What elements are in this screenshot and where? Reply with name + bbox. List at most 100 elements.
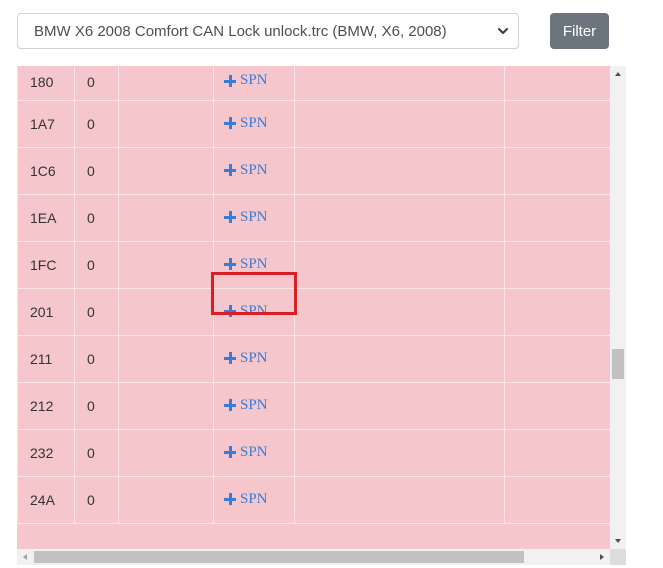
plus-icon <box>224 74 236 87</box>
file-select[interactable]: BMW X6 2008 Comfort CAN Lock unlock.trc … <box>17 13 519 49</box>
vertical-scrollbar[interactable] <box>610 66 626 549</box>
add-spn-link[interactable]: SPN <box>224 115 268 132</box>
row-id-cell: 1FC <box>17 241 75 289</box>
table-row: 1FC 0 SPN <box>17 241 610 289</box>
row-empty-cell <box>118 335 214 383</box>
row-spn-cell: SPN <box>213 382 295 430</box>
row-empty-cell <box>118 147 214 195</box>
plus-icon <box>224 211 236 224</box>
horizontal-scroll-thumb[interactable] <box>34 551 524 563</box>
table-scroll-area[interactable]: 180 0 SPN 1A7 0 SPN 1C6 0 SPN 1EA 0 SPN 1FC 0 SPN 201 0 S… <box>17 66 626 565</box>
table-row: 211 0 SPN <box>17 335 610 383</box>
row-empty-cell <box>118 288 214 336</box>
row-empty-cell <box>294 335 505 383</box>
row-empty-cell <box>294 194 505 242</box>
scroll-right-arrow-icon[interactable] <box>594 549 610 565</box>
row-empty-cell <box>294 288 505 336</box>
add-spn-link[interactable]: SPN <box>224 444 268 461</box>
plus-icon <box>224 117 236 130</box>
add-spn-label: SPN <box>240 490 268 507</box>
table-row: 232 0 SPN <box>17 429 610 477</box>
file-select-value: BMW X6 2008 Comfort CAN Lock unlock.trc … <box>34 22 447 40</box>
add-spn-label: SPN <box>240 255 268 272</box>
table-row: 1C6 0 SPN <box>17 147 610 195</box>
row-empty-cell <box>504 241 610 289</box>
table-row: 1A7 0 SPN <box>17 100 610 148</box>
filter-button[interactable]: Filter <box>550 13 609 49</box>
table-row: 212 0 SPN <box>17 382 610 430</box>
row-spn-cell: SPN <box>213 476 295 524</box>
add-spn-label: SPN <box>240 349 268 366</box>
table-row: 180 0 SPN <box>17 66 610 101</box>
row-empty-cell <box>294 429 505 477</box>
row-empty-cell <box>504 288 610 336</box>
row-value-cell: 0 <box>74 147 119 195</box>
add-spn-link[interactable]: SPN <box>224 256 268 273</box>
row-spn-cell: SPN <box>213 288 295 336</box>
row-id-cell: 24A <box>17 476 75 524</box>
row-empty-cell <box>504 147 610 195</box>
row-empty-cell <box>118 476 214 524</box>
row-spn-cell: SPN <box>213 147 295 195</box>
row-value-cell: 0 <box>74 194 119 242</box>
table-viewport: 180 0 SPN 1A7 0 SPN 1C6 0 SPN 1EA 0 SPN 1FC 0 SPN 201 0 S… <box>17 66 610 549</box>
row-spn-cell: SPN <box>213 429 295 477</box>
row-id-cell: 180 <box>17 66 75 101</box>
plus-icon <box>224 493 236 506</box>
row-empty-cell <box>504 66 610 101</box>
page: BMW X6 2008 Comfort CAN Lock unlock.trc … <box>0 0 663 568</box>
add-spn-label: SPN <box>240 443 268 460</box>
add-spn-label: SPN <box>240 302 268 319</box>
row-empty-cell <box>294 66 505 101</box>
chevron-down-icon <box>498 28 508 34</box>
frames-table: 180 0 SPN 1A7 0 SPN 1C6 0 SPN 1EA 0 SPN 1FC 0 SPN 201 0 S… <box>17 66 610 524</box>
plus-icon <box>224 446 236 459</box>
row-id-cell: 1C6 <box>17 147 75 195</box>
add-spn-link[interactable]: SPN <box>224 162 268 179</box>
add-spn-label: SPN <box>240 114 268 131</box>
add-spn-label: SPN <box>240 72 268 88</box>
add-spn-link[interactable]: SPN <box>224 303 268 320</box>
row-value-cell: 0 <box>74 66 119 101</box>
plus-icon <box>224 164 236 177</box>
row-spn-cell: SPN <box>213 194 295 242</box>
add-spn-label: SPN <box>240 396 268 413</box>
add-spn-link[interactable]: SPN <box>224 397 268 414</box>
row-empty-cell <box>118 66 214 101</box>
row-empty-cell <box>118 429 214 477</box>
scroll-up-arrow-icon[interactable] <box>610 66 626 82</box>
vertical-scroll-thumb[interactable] <box>612 349 624 379</box>
add-spn-label: SPN <box>240 208 268 225</box>
plus-icon <box>224 305 236 318</box>
row-id-cell: 212 <box>17 382 75 430</box>
row-empty-cell <box>504 382 610 430</box>
horizontal-scrollbar[interactable] <box>17 549 610 565</box>
row-empty-cell <box>294 100 505 148</box>
row-value-cell: 0 <box>74 241 119 289</box>
add-spn-link[interactable]: SPN <box>224 209 268 226</box>
add-spn-link[interactable]: SPN <box>224 72 268 89</box>
row-empty-cell <box>118 194 214 242</box>
row-value-cell: 0 <box>74 382 119 430</box>
scrollbar-corner <box>610 549 626 565</box>
row-spn-cell: SPN <box>213 66 295 101</box>
row-value-cell: 0 <box>74 100 119 148</box>
row-value-cell: 0 <box>74 429 119 477</box>
row-value-cell: 0 <box>74 335 119 383</box>
row-empty-cell <box>118 100 214 148</box>
row-empty-cell <box>504 335 610 383</box>
row-empty-cell <box>504 429 610 477</box>
add-spn-link[interactable]: SPN <box>224 491 268 508</box>
table-row: 24A 0 SPN <box>17 476 610 524</box>
plus-icon <box>224 352 236 365</box>
add-spn-link[interactable]: SPN <box>224 350 268 367</box>
row-empty-cell <box>118 241 214 289</box>
plus-icon <box>224 258 236 271</box>
table-row: 1EA 0 SPN <box>17 194 610 242</box>
row-empty-cell <box>294 382 505 430</box>
scroll-down-arrow-icon[interactable] <box>610 533 626 549</box>
row-spn-cell: SPN <box>213 241 295 289</box>
row-id-cell: 232 <box>17 429 75 477</box>
scroll-left-arrow-icon[interactable] <box>17 549 33 565</box>
add-spn-label: SPN <box>240 161 268 178</box>
